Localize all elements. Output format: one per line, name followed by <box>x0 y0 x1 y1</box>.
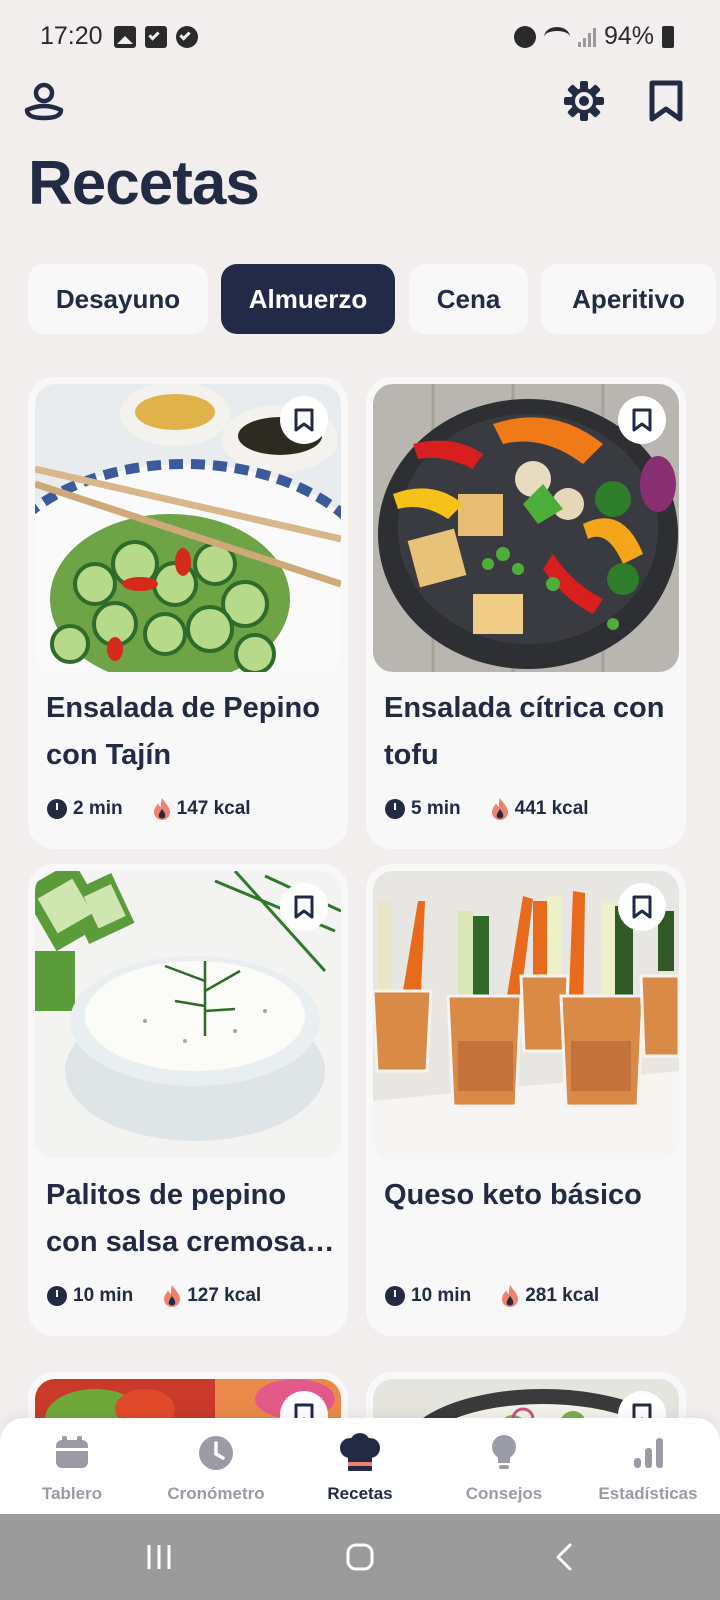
bookmark-button[interactable] <box>618 396 666 444</box>
clock-icon <box>47 799 67 819</box>
recipe-time: 10 min <box>411 1285 472 1306</box>
system-navigation-bar <box>0 1514 720 1600</box>
nav-tablero[interactable]: Tablero <box>0 1432 144 1504</box>
page-title: Recetas <box>28 149 260 218</box>
check-circle-notification-icon <box>176 26 198 48</box>
bottom-navigation: Tablero Cronómetro Recetas Consejos Esta… <box>0 1418 720 1514</box>
nav-label: Cronómetro <box>167 1484 265 1503</box>
tab-cena[interactable]: Cena <box>409 264 528 334</box>
bookmark-button[interactable] <box>280 396 328 444</box>
saved-bookmark-icon[interactable] <box>645 80 687 122</box>
nav-cronometro[interactable]: Cronómetro <box>144 1432 288 1504</box>
clock-icon <box>47 1286 67 1306</box>
recipe-time: 5 min <box>411 798 461 819</box>
clock-icon <box>385 799 405 819</box>
recipe-title: Ensalada cítrica con tofu <box>384 692 665 771</box>
tab-aperitivo[interactable]: Aperitivo <box>541 264 716 334</box>
lightbulb-icon <box>432 1432 576 1474</box>
bookmark-icon <box>294 408 314 432</box>
recipe-kcal: 441 kcal <box>514 798 589 819</box>
calendar-icon <box>0 1432 144 1474</box>
recipe-meta: 10 min 127 kcal <box>47 1284 261 1308</box>
signal-icon <box>577 27 596 47</box>
recipe-card[interactable]: Palitos de pepino con salsa cremosa… 10 … <box>28 864 348 1336</box>
recipe-title: Queso keto básico <box>384 1179 642 1211</box>
notification-icons <box>114 26 198 48</box>
nav-consejos[interactable]: Consejos <box>432 1432 576 1504</box>
flame-icon <box>164 1285 181 1307</box>
checkbox-notification-icon <box>145 26 167 48</box>
battery-percent: 94% <box>603 22 654 50</box>
recipe-kcal: 147 kcal <box>176 798 251 819</box>
battery-icon <box>662 25 674 48</box>
recipe-card[interactable]: Ensalada cítrica con tofu 5 min 441 kcal <box>366 377 686 849</box>
nav-label: Recetas <box>327 1484 393 1503</box>
profile-icon[interactable] <box>23 80 65 122</box>
home-icon[interactable] <box>345 1542 375 1577</box>
nav-label: Consejos <box>465 1484 543 1503</box>
recipe-time: 10 min <box>73 1285 134 1306</box>
recipe-title: Ensalada de Pepino con Tajín <box>46 692 320 771</box>
nav-estadisticas[interactable]: Estadísticas <box>576 1432 720 1504</box>
category-tabs: Desayuno Almuerzo Cena Aperitivo <box>28 264 720 334</box>
tab-desayuno[interactable]: Desayuno <box>28 264 208 334</box>
recipe-meta: 10 min 281 kcal <box>385 1284 599 1308</box>
settings-gear-icon[interactable] <box>563 80 605 122</box>
bookmark-button[interactable] <box>618 883 666 931</box>
alarm-icon <box>513 25 536 48</box>
recipe-meta: 5 min 441 kcal <box>385 797 589 821</box>
recipe-kcal: 127 kcal <box>187 1285 262 1306</box>
bookmark-icon <box>632 408 652 432</box>
status-time: 17:20 <box>40 22 103 50</box>
recipe-kcal: 281 kcal <box>525 1285 600 1306</box>
chef-hat-icon <box>288 1432 432 1474</box>
tab-almuerzo[interactable]: Almuerzo <box>221 264 395 334</box>
nav-label: Estadísticas <box>598 1484 698 1503</box>
back-icon[interactable] <box>550 1542 580 1577</box>
clock-icon <box>385 1286 405 1306</box>
nav-recetas[interactable]: Recetas <box>288 1432 432 1504</box>
flame-icon <box>502 1285 519 1307</box>
recipe-card[interactable]: Ensalada de Pepino con Tajín 2 min 147 k… <box>28 377 348 849</box>
bookmark-icon <box>632 895 652 919</box>
image-notification-icon <box>114 26 136 48</box>
recent-apps-icon[interactable] <box>144 1542 174 1577</box>
status-right: 94% <box>513 22 674 51</box>
flame-icon <box>153 798 170 820</box>
wifi-icon <box>543 26 570 47</box>
status-bar: 17:20 94% <box>0 0 720 72</box>
bar-chart-icon <box>576 1432 720 1474</box>
recipe-meta: 2 min 147 kcal <box>47 797 251 821</box>
recipe-title: Palitos de pepino con salsa cremosa… <box>46 1179 335 1258</box>
recipe-time: 2 min <box>73 798 123 819</box>
recipe-card[interactable]: Queso keto básico 10 min 281 kcal <box>366 864 686 1336</box>
bookmark-icon <box>294 895 314 919</box>
nav-label: Tablero <box>41 1484 103 1503</box>
clock-icon <box>144 1432 288 1474</box>
bookmark-button[interactable] <box>280 883 328 931</box>
flame-icon <box>491 798 508 820</box>
